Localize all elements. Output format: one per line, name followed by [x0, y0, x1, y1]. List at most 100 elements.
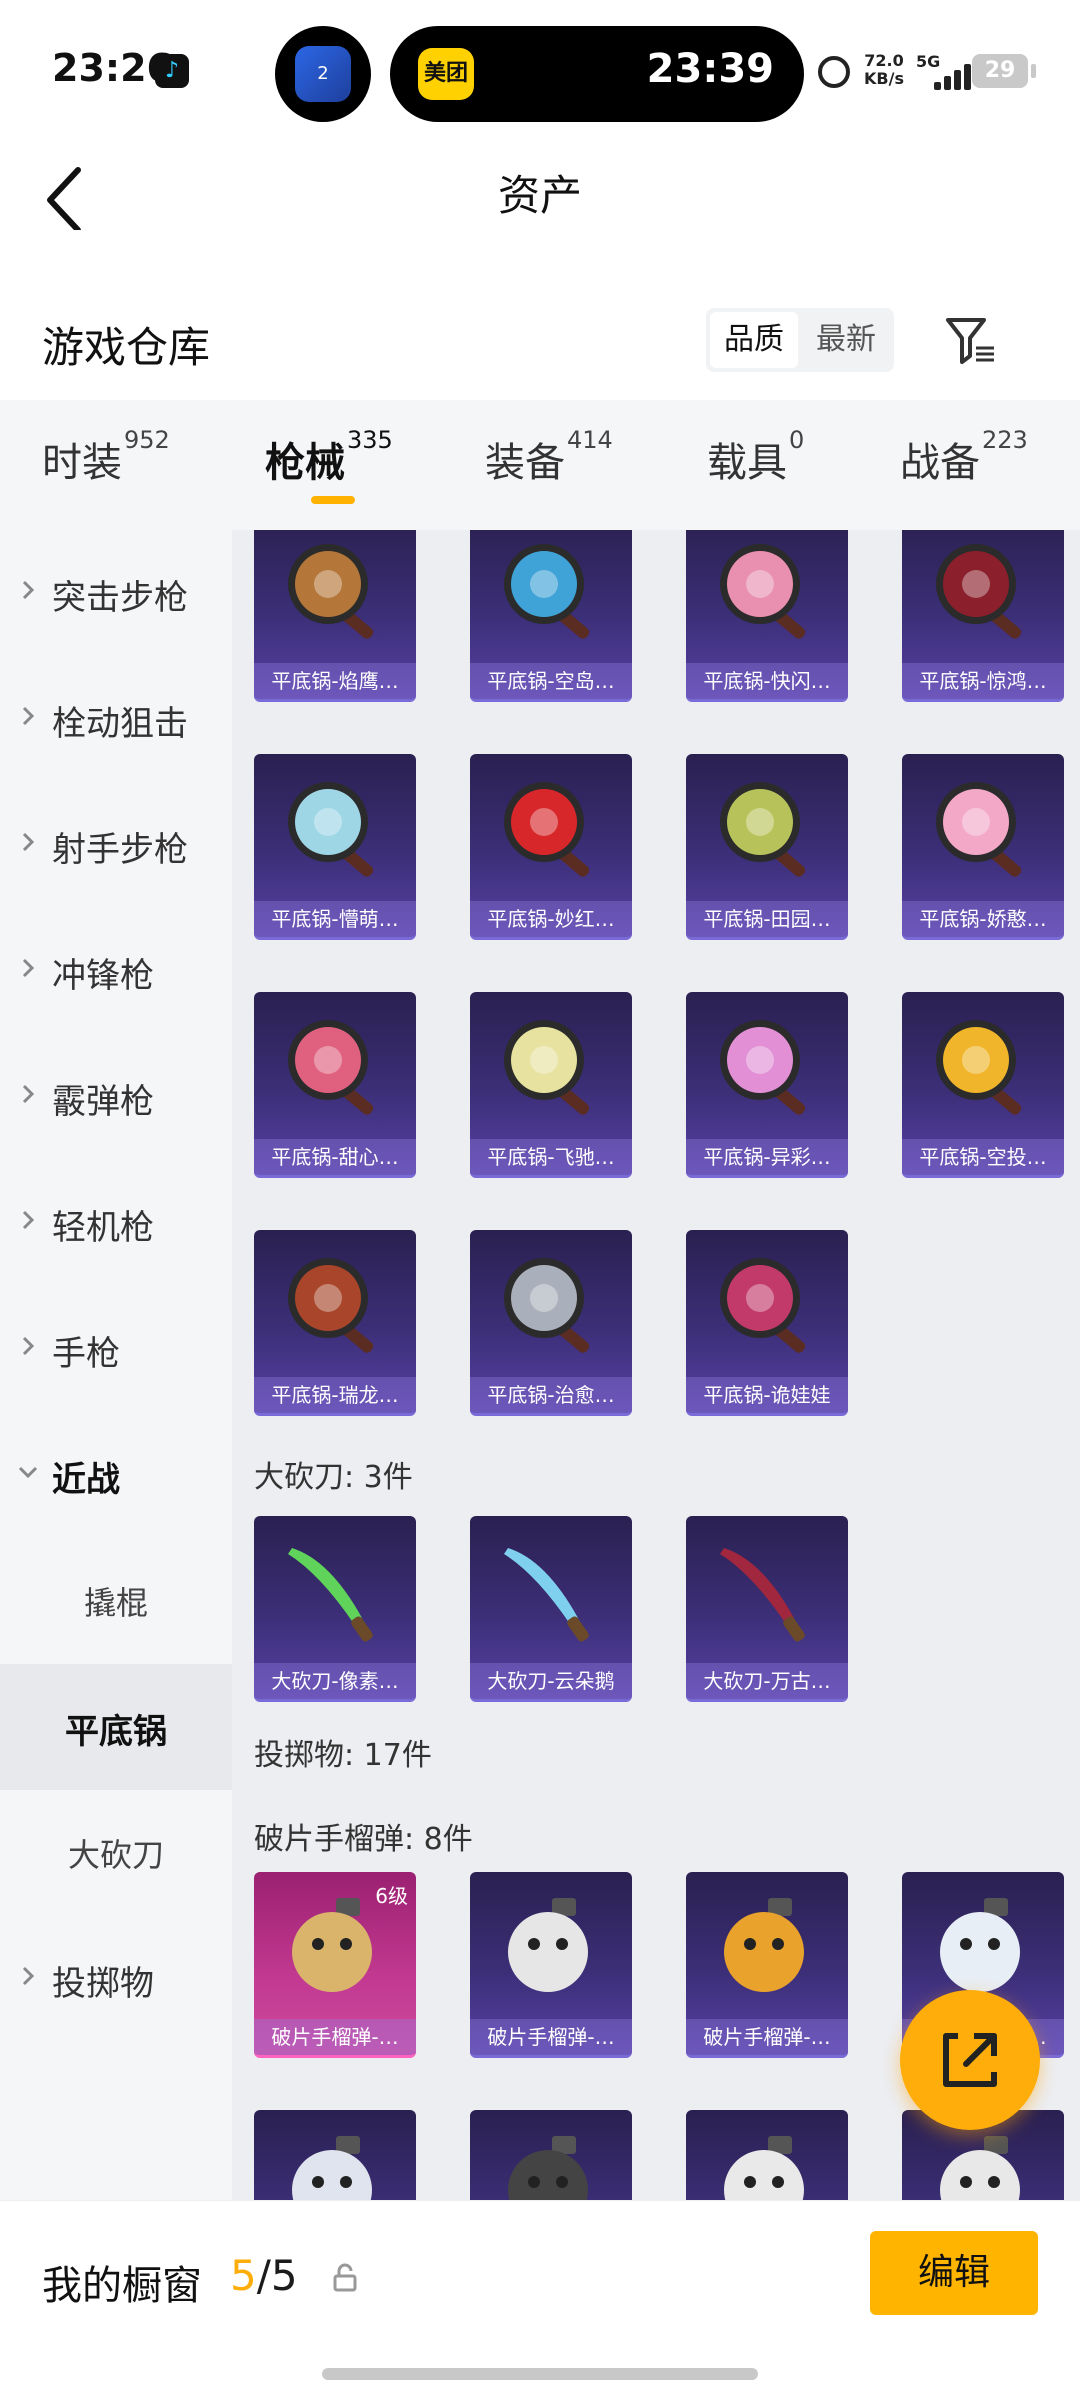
share-external-icon — [943, 2033, 997, 2087]
pan-item-card[interactable]: 平底锅-瑞龙… — [254, 1230, 416, 1416]
tab-equipment[interactable]: 装备414 — [485, 426, 613, 510]
item-image — [288, 544, 374, 639]
item-name: 大砍刀-万古… — [686, 1663, 848, 1699]
item-image — [720, 1020, 806, 1115]
item-image — [288, 1258, 374, 1353]
item-name: 破片手榴弹-… — [686, 2019, 848, 2055]
machete-item-card[interactable]: 大砍刀-像素… — [254, 1516, 416, 1702]
machete-section-label: 大砍刀: 3件 — [254, 1460, 413, 1495]
sidebar-item-marksman-rifle[interactable]: 射手步枪 — [0, 782, 232, 908]
sidebar-item-label: 轻机枪 — [52, 1208, 154, 1248]
item-image — [724, 2136, 804, 2200]
item-image — [504, 1258, 590, 1353]
pan-item-card[interactable]: 平底锅-妙红… — [470, 754, 632, 940]
tab-vehicles[interactable]: 载具0 — [707, 426, 804, 510]
grenade-item-card[interactable]: 6级 破片手榴弹-… — [254, 1872, 416, 2058]
pan-item-card[interactable]: 平底锅-诡娃娃 — [686, 1230, 848, 1416]
net-speed: 72.0 KB/s — [864, 52, 904, 88]
item-image — [504, 1548, 589, 1642]
throwables-section-label: 投掷物: 17件 — [254, 1738, 432, 1773]
grenade-item-card[interactable] — [254, 2110, 416, 2200]
sidebar-item-throwable[interactable]: 投掷物 — [0, 1916, 232, 2042]
edit-button[interactable]: 编辑 — [870, 2231, 1038, 2315]
sidebar-item-assault-rifle[interactable]: 突击步枪 — [0, 530, 232, 656]
net-speed-unit: KB/s — [864, 69, 904, 88]
sidebar-item-label: 霰弹枪 — [52, 1082, 154, 1122]
pan-item-card[interactable]: 平底锅-懵萌… — [254, 754, 416, 940]
pan-item-card[interactable]: 平底锅-快闪… — [686, 530, 848, 702]
tab-count: 952 — [124, 426, 170, 454]
pan-item-card[interactable]: 平底锅-娇憨… — [902, 754, 1064, 940]
item-image — [288, 782, 374, 877]
sidebar-item-label: 栓动狙击 — [52, 704, 188, 744]
sidebar-item-bolt-sniper[interactable]: 栓动狙击 — [0, 656, 232, 782]
item-image — [508, 1898, 588, 1992]
chevron-right-icon — [22, 706, 35, 726]
item-image — [292, 2136, 372, 2200]
sidebar-item-pistol[interactable]: 手枪 — [0, 1286, 232, 1412]
pan-item-card[interactable]: 平底锅-惊鸿… — [902, 530, 1064, 702]
item-name: 破片手榴弹-… — [470, 2019, 632, 2055]
pan-item-card[interactable]: 平底锅-甜心… — [254, 992, 416, 1178]
item-image — [720, 1258, 806, 1353]
sidebar-item-label: 撬棍 — [83, 1584, 148, 1622]
item-image — [936, 1020, 1022, 1115]
category-tabs: 时装952 枪械335 装备414 载具0 战备223 — [0, 400, 1080, 530]
sidebar-item-shotgun[interactable]: 霰弹枪 — [0, 1034, 232, 1160]
pan-item-card[interactable]: 平底锅-异彩… — [686, 992, 848, 1178]
nav-bar: 资产 — [0, 140, 1080, 290]
pan-item-card[interactable]: 平底锅-空岛… — [470, 530, 632, 702]
item-name: 平底锅-焰鹰… — [254, 663, 416, 699]
tab-count: 335 — [347, 426, 393, 454]
pan-item-card[interactable]: 平底锅-焰鹰… — [254, 530, 416, 702]
machete-item-card[interactable]: 大砍刀-万古… — [686, 1516, 848, 1702]
chevron-right-icon — [22, 1210, 35, 1230]
item-name: 平底锅-诡娃娃 — [686, 1377, 848, 1413]
chevron-right-icon — [22, 1336, 35, 1356]
dynamic-island[interactable]: 美团 23:39 — [390, 26, 804, 122]
sort-toggle: 品质 最新 — [706, 308, 894, 372]
chevron-down-icon — [18, 1466, 38, 1479]
sidebar-item-crowbar[interactable]: 撬棍 — [0, 1538, 232, 1664]
sidebar-item-lmg[interactable]: 轻机枪 — [0, 1160, 232, 1286]
sidebar-item-melee[interactable]: 近战 — [0, 1412, 232, 1538]
sidebar-item-machete[interactable]: 大砍刀 — [0, 1790, 232, 1916]
item-name: 大砍刀-云朵鹅 — [470, 1663, 632, 1699]
item-name: 破片手榴弹-… — [254, 2019, 416, 2055]
sort-quality-button[interactable]: 品质 — [710, 312, 798, 368]
item-name: 平底锅-田园… — [686, 901, 848, 937]
item-name: 平底锅-治愈… — [470, 1377, 632, 1413]
sidebar-item-label: 平底锅 — [65, 1712, 167, 1752]
showcase-total: /5 — [256, 2251, 298, 2300]
tab-gear[interactable]: 战备223 — [900, 426, 1028, 510]
chevron-right-icon — [22, 580, 35, 600]
item-image — [504, 1020, 590, 1115]
tab-fashion[interactable]: 时装952 — [42, 426, 170, 510]
item-name: 平底锅-惊鸿… — [902, 663, 1064, 699]
machete-item-card[interactable]: 大砍刀-云朵鹅 — [470, 1516, 632, 1702]
dynamic-island-left[interactable]: 2 — [275, 26, 371, 122]
signal-icon — [918, 62, 971, 90]
item-name: 平底锅-妙红… — [470, 901, 632, 937]
filter-icon[interactable] — [942, 312, 998, 368]
item-image — [508, 2136, 588, 2200]
sidebar-item-smg[interactable]: 冲锋枪 — [0, 908, 232, 1034]
active-tab-indicator — [311, 496, 355, 504]
grenade-item-card[interactable] — [686, 2110, 848, 2200]
item-name: 平底锅-空投… — [902, 1139, 1064, 1175]
grenade-item-card[interactable]: 破片手榴弹-… — [686, 1872, 848, 2058]
sidebar-item-label: 近战 — [52, 1460, 120, 1500]
pan-item-card[interactable]: 平底锅-飞驰… — [470, 992, 632, 1178]
page-title: 资产 — [497, 171, 582, 220]
pan-item-card[interactable]: 平底锅-治愈… — [470, 1230, 632, 1416]
grenade-item-card[interactable]: 破片手榴弹-… — [470, 1872, 632, 2058]
pan-item-card[interactable]: 平底锅-空投… — [902, 992, 1064, 1178]
sort-newest-button[interactable]: 最新 — [802, 312, 890, 368]
pan-item-card[interactable]: 平底锅-田园… — [686, 754, 848, 940]
grenade-item-card[interactable] — [470, 2110, 632, 2200]
item-image — [936, 544, 1022, 639]
home-indicator[interactable] — [322, 2368, 758, 2380]
meituan-icon: 美团 — [418, 48, 474, 100]
sidebar-item-pan[interactable]: 平底锅 — [0, 1664, 232, 1790]
share-button[interactable] — [900, 1990, 1040, 2130]
